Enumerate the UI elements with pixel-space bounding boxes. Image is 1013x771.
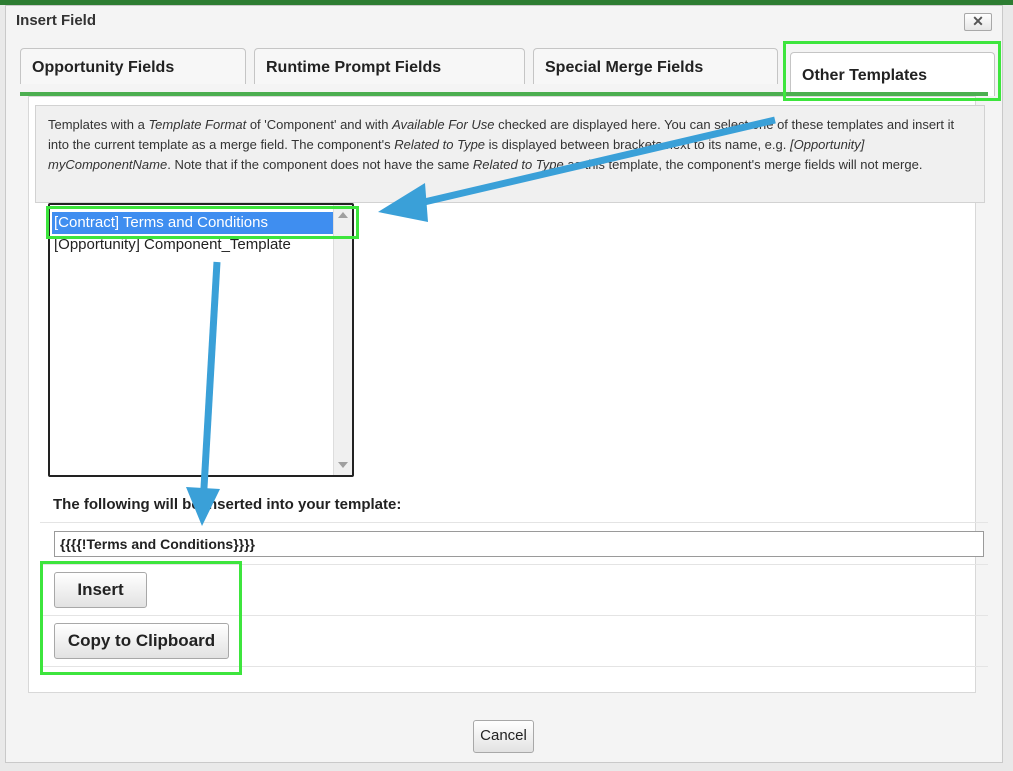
tab-other-templates[interactable]: Other Templates <box>790 52 995 96</box>
insert-preview-label: The following will be inserted into your… <box>53 496 402 513</box>
info-text: Templates with a Template Format of 'Com… <box>35 105 985 203</box>
scroll-up-icon[interactable] <box>338 212 348 218</box>
divider <box>40 522 988 523</box>
tab-label: Special Merge Fields <box>545 59 704 76</box>
tab-special-merge-fields[interactable]: Special Merge Fields <box>533 48 778 84</box>
insert-button[interactable]: Insert <box>54 572 147 608</box>
list-item-opportunity-component[interactable]: [Opportunity] Component_Template <box>52 234 336 256</box>
tab-label: Other Templates <box>802 67 928 84</box>
dialog-title: Insert Field <box>16 12 97 29</box>
copy-to-clipboard-button[interactable]: Copy to Clipboard <box>54 623 229 659</box>
divider <box>40 615 988 616</box>
tab-opportunity-fields[interactable]: Opportunity Fields <box>20 48 246 84</box>
merge-field-output[interactable] <box>54 531 984 557</box>
listbox-scrollbar[interactable] <box>333 205 352 475</box>
tab-label: Runtime Prompt Fields <box>266 59 442 76</box>
cancel-button[interactable]: Cancel <box>473 720 534 753</box>
template-listbox[interactable]: [Contract] Terms and Conditions [Opportu… <box>48 203 354 477</box>
tab-runtime-prompt-fields[interactable]: Runtime Prompt Fields <box>254 48 525 84</box>
close-button[interactable]: ✕ <box>964 13 992 31</box>
divider <box>40 564 988 565</box>
tab-label: Opportunity Fields <box>32 59 175 76</box>
list-item-contract-terms[interactable]: [Contract] Terms and Conditions <box>52 212 336 234</box>
scroll-down-icon[interactable] <box>338 462 348 468</box>
close-icon: ✕ <box>972 13 984 29</box>
divider <box>40 666 988 667</box>
